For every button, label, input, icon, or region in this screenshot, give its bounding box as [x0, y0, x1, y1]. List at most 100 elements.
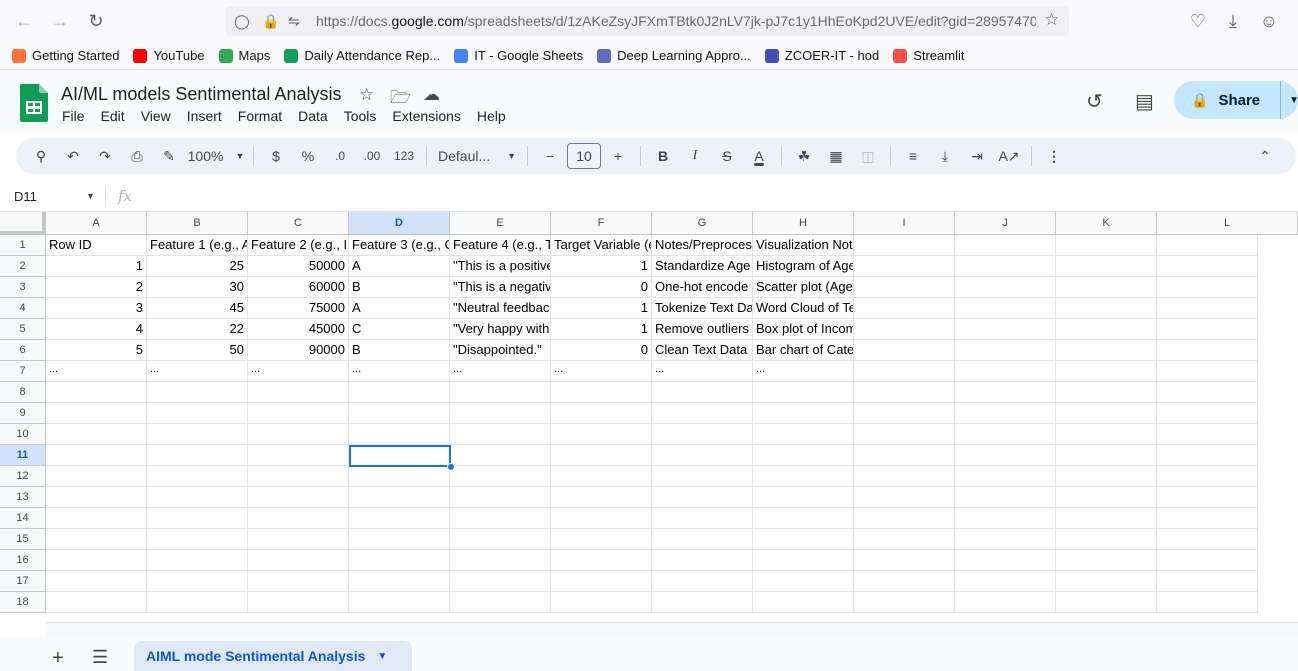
- cell-b9[interactable]: [147, 403, 248, 424]
- cell-g2[interactable]: Standardize Age: [652, 256, 753, 277]
- cell-e3[interactable]: "This is a negative review": [450, 277, 551, 298]
- cell-e11[interactable]: [450, 445, 551, 466]
- row-header[interactable]: 4: [0, 298, 46, 319]
- cell-c8[interactable]: [248, 382, 349, 403]
- fill-color-icon[interactable]: ☘: [789, 142, 819, 170]
- cell-c14[interactable]: [248, 508, 349, 529]
- cell-i10[interactable]: [854, 424, 955, 445]
- cell-b5[interactable]: 22: [147, 319, 248, 340]
- cell-h10[interactable]: [753, 424, 854, 445]
- cell-e18[interactable]: [450, 592, 551, 613]
- cell-f4[interactable]: 1: [551, 298, 652, 319]
- cell-i1[interactable]: [854, 235, 955, 256]
- row-header[interactable]: 3: [0, 277, 46, 298]
- cell-d2[interactable]: A: [349, 256, 450, 277]
- cell-a13[interactable]: [46, 487, 147, 508]
- cell-l13[interactable]: [1157, 487, 1258, 508]
- cell-l2[interactable]: [1157, 256, 1258, 277]
- select-all-corner[interactable]: [0, 212, 46, 235]
- font-size-decrease-icon[interactable]: −: [535, 142, 565, 170]
- text-rotation-icon[interactable]: A↗: [994, 142, 1024, 170]
- print-icon[interactable]: ⎙: [122, 142, 152, 170]
- cell-a14[interactable]: [46, 508, 147, 529]
- cell-b15[interactable]: [147, 529, 248, 550]
- cell-d9[interactable]: [349, 403, 450, 424]
- pocket-icon[interactable]: ♡: [1185, 9, 1211, 33]
- cell-c15[interactable]: [248, 529, 349, 550]
- row-header[interactable]: 11: [0, 445, 46, 466]
- cell-d6[interactable]: B: [349, 340, 450, 361]
- cell-a16[interactable]: [46, 550, 147, 571]
- cell-k9[interactable]: [1056, 403, 1157, 424]
- cell-f6[interactable]: 0: [551, 340, 652, 361]
- cell-d8[interactable]: [349, 382, 450, 403]
- menu-view[interactable]: View: [141, 108, 171, 124]
- row-header[interactable]: 10: [0, 424, 46, 445]
- cell-g1[interactable]: Notes/Preprocessing: [652, 235, 753, 256]
- cell-j18[interactable]: [955, 592, 1056, 613]
- cell-e7[interactable]: ...: [450, 361, 551, 382]
- row-header[interactable]: 13: [0, 487, 46, 508]
- cell-d18[interactable]: [349, 592, 450, 613]
- cell-k2[interactable]: [1056, 256, 1157, 277]
- column-header-j[interactable]: J: [955, 212, 1056, 235]
- more-formats-button[interactable]: 123: [389, 142, 419, 170]
- bookmark-item[interactable]: Getting Started: [12, 48, 119, 63]
- font-size-increase-icon[interactable]: +: [603, 142, 633, 170]
- cell-i12[interactable]: [854, 466, 955, 487]
- cell-l5[interactable]: [1157, 319, 1258, 340]
- cell-l15[interactable]: [1157, 529, 1258, 550]
- cell-a8[interactable]: [46, 382, 147, 403]
- cell-e17[interactable]: [450, 571, 551, 592]
- cell-e2[interactable]: "This is a positive review": [450, 256, 551, 277]
- merge-cells-icon[interactable]: ◫: [853, 142, 883, 170]
- cell-e4[interactable]: "Neutral feedback": [450, 298, 551, 319]
- cell-b13[interactable]: [147, 487, 248, 508]
- document-title[interactable]: AI/ML models Sentimental Analysis: [61, 84, 341, 105]
- cell-d10[interactable]: [349, 424, 450, 445]
- cell-d16[interactable]: [349, 550, 450, 571]
- cell-l4[interactable]: [1157, 298, 1258, 319]
- cell-i6[interactable]: [854, 340, 955, 361]
- cell-f15[interactable]: [551, 529, 652, 550]
- cloud-saved-icon[interactable]: ☁: [423, 85, 440, 105]
- cell-d1[interactable]: Feature 3 (e.g., Category): [349, 235, 450, 256]
- cell-c2[interactable]: 50000: [248, 256, 349, 277]
- cell-k6[interactable]: [1056, 340, 1157, 361]
- cell-g10[interactable]: [652, 424, 753, 445]
- cell-d15[interactable]: [349, 529, 450, 550]
- italic-icon[interactable]: I: [680, 142, 710, 170]
- cell-g3[interactable]: One-hot encode Category: [652, 277, 753, 298]
- cell-f9[interactable]: [551, 403, 652, 424]
- cell-c1[interactable]: Feature 2 (e.g., Income): [248, 235, 349, 256]
- cell-g13[interactable]: [652, 487, 753, 508]
- row-header[interactable]: 8: [0, 382, 46, 403]
- search-menus-icon[interactable]: ⚲: [26, 142, 56, 170]
- cell-f18[interactable]: [551, 592, 652, 613]
- sheet-tab-menu-icon[interactable]: ▼: [377, 651, 387, 662]
- cell-a9[interactable]: [46, 403, 147, 424]
- cell-a3[interactable]: 2: [46, 277, 147, 298]
- cell-e6[interactable]: "Disappointed.": [450, 340, 551, 361]
- cell-a1[interactable]: Row ID: [46, 235, 147, 256]
- cell-g5[interactable]: Remove outliers: [652, 319, 753, 340]
- cell-g4[interactable]: Tokenize Text Data: [652, 298, 753, 319]
- column-header-i[interactable]: I: [854, 212, 955, 235]
- cell-k11[interactable]: [1056, 445, 1157, 466]
- cell-l1[interactable]: [1157, 235, 1258, 256]
- cell-b17[interactable]: [147, 571, 248, 592]
- cell-c13[interactable]: [248, 487, 349, 508]
- menu-tools[interactable]: Tools: [344, 108, 377, 124]
- cell-h6[interactable]: Bar chart of Category counts: [753, 340, 854, 361]
- cell-h11[interactable]: [753, 445, 854, 466]
- cell-k14[interactable]: [1056, 508, 1157, 529]
- cell-g11[interactable]: [652, 445, 753, 466]
- strikethrough-icon[interactable]: S: [712, 142, 742, 170]
- zoom-select[interactable]: 100% ▼: [186, 142, 246, 170]
- column-header-e[interactable]: E: [450, 212, 551, 235]
- cell-d17[interactable]: [349, 571, 450, 592]
- cell-h4[interactable]: Word Cloud of Text Data: [753, 298, 854, 319]
- cell-k16[interactable]: [1056, 550, 1157, 571]
- cell-k13[interactable]: [1056, 487, 1157, 508]
- cell-h5[interactable]: Box plot of Income: [753, 319, 854, 340]
